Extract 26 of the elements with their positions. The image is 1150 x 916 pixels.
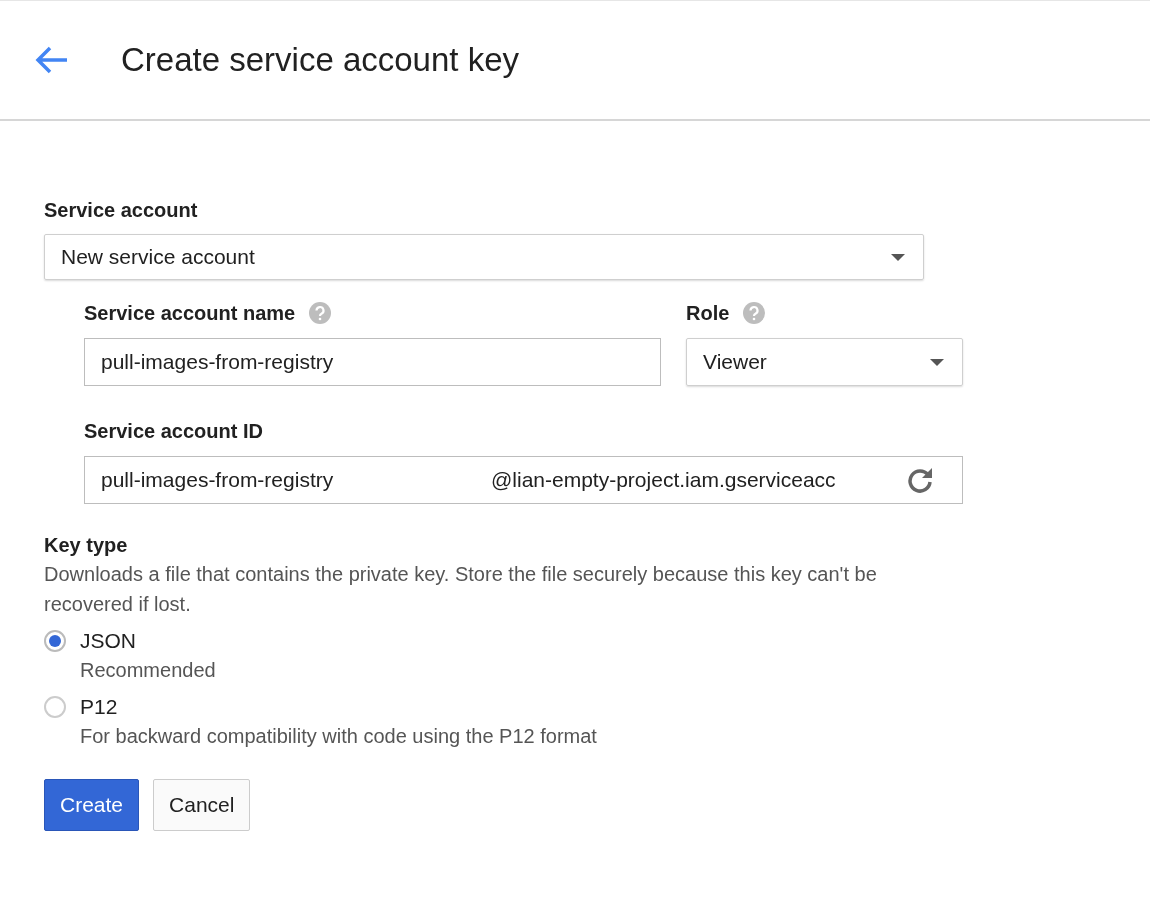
field-label: Service account xyxy=(44,199,199,222)
service-account-name-field[interactable]: pull-images-from-registry xyxy=(84,338,661,386)
dropdown-caret-icon xyxy=(930,358,944,366)
option-label: P12 xyxy=(80,694,119,720)
radio-button[interactable] xyxy=(44,696,66,718)
help-icon[interactable] xyxy=(309,302,332,324)
option-hint: Recommended xyxy=(80,658,216,683)
field-label: Service account ID xyxy=(84,419,263,443)
refresh-icon[interactable] xyxy=(906,466,934,494)
role-dropdown[interactable]: Viewer xyxy=(686,338,963,386)
create-button[interactable]: Create xyxy=(44,779,140,831)
option-hint: For backward compatibility with code using the P12 format xyxy=(80,724,597,749)
field-label: Role xyxy=(686,301,730,325)
service-account-dropdown[interactable]: New service account xyxy=(44,234,924,280)
cancel-button[interactable]: Cancel xyxy=(153,779,251,831)
radio-button[interactable] xyxy=(44,630,66,652)
back-arrow-icon[interactable] xyxy=(35,45,69,75)
key-type-description: Downloads a file that contains the private key. Store the file securely because this key can't be recovered if lost. xyxy=(44,562,878,617)
section-label: Key type xyxy=(44,534,129,557)
field-label: Service account name xyxy=(84,301,296,325)
dropdown-caret-icon xyxy=(891,253,905,261)
email-domain-suffix: @lian-empty-project.iam.gserviceacc xyxy=(491,468,837,492)
page-title: Create service account key xyxy=(121,41,519,79)
option-label: JSON xyxy=(80,628,137,654)
service-account-id-input[interactable]: pull-images-from-registry xyxy=(101,468,491,492)
help-icon[interactable] xyxy=(743,302,766,324)
